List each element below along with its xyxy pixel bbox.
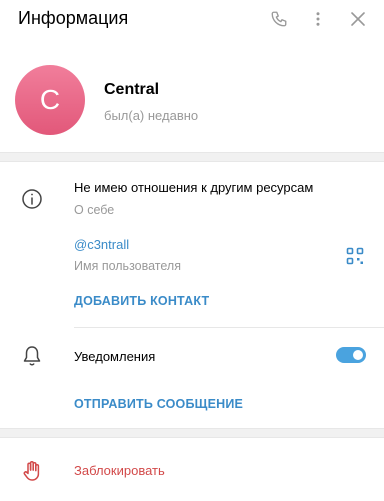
bell-icon — [20, 344, 44, 368]
panel-title: Информация — [18, 8, 129, 28]
section-divider — [0, 152, 384, 162]
username-link[interactable]: @c3ntrall — [74, 237, 129, 252]
info-icon — [20, 187, 44, 211]
add-contact-button[interactable]: ДОБАВИТЬ КОНТАКТ — [74, 294, 209, 308]
section-divider — [0, 428, 384, 438]
bio-text: Не имею отношения к другим ресурсам — [74, 180, 314, 195]
avatar-letter: C — [39, 84, 61, 115]
panel-header: Информация — [0, 0, 384, 40]
call-icon[interactable] — [268, 8, 290, 30]
row-separator — [74, 327, 384, 328]
avatar[interactable]: C — [15, 65, 85, 135]
profile-name: Central — [104, 81, 160, 98]
toggle-knob — [351, 348, 365, 362]
send-message-button[interactable]: ОТПРАВИТЬ СООБЩЕНИЕ — [74, 397, 243, 411]
stop-hand-icon — [20, 459, 44, 483]
notifications-label: Уведомления — [74, 349, 156, 364]
qr-code-icon[interactable] — [343, 244, 367, 268]
bio-label: О себе — [74, 203, 115, 217]
block-user-button[interactable]: Заблокировать — [74, 463, 165, 478]
username-label: Имя пользователя — [74, 259, 181, 273]
profile-status: был(а) недавно — [104, 108, 199, 123]
more-menu-icon[interactable] — [307, 8, 329, 30]
profile-section: C Central был(а) недавно — [0, 40, 384, 152]
close-icon[interactable] — [347, 8, 369, 30]
notifications-toggle[interactable] — [336, 347, 366, 363]
